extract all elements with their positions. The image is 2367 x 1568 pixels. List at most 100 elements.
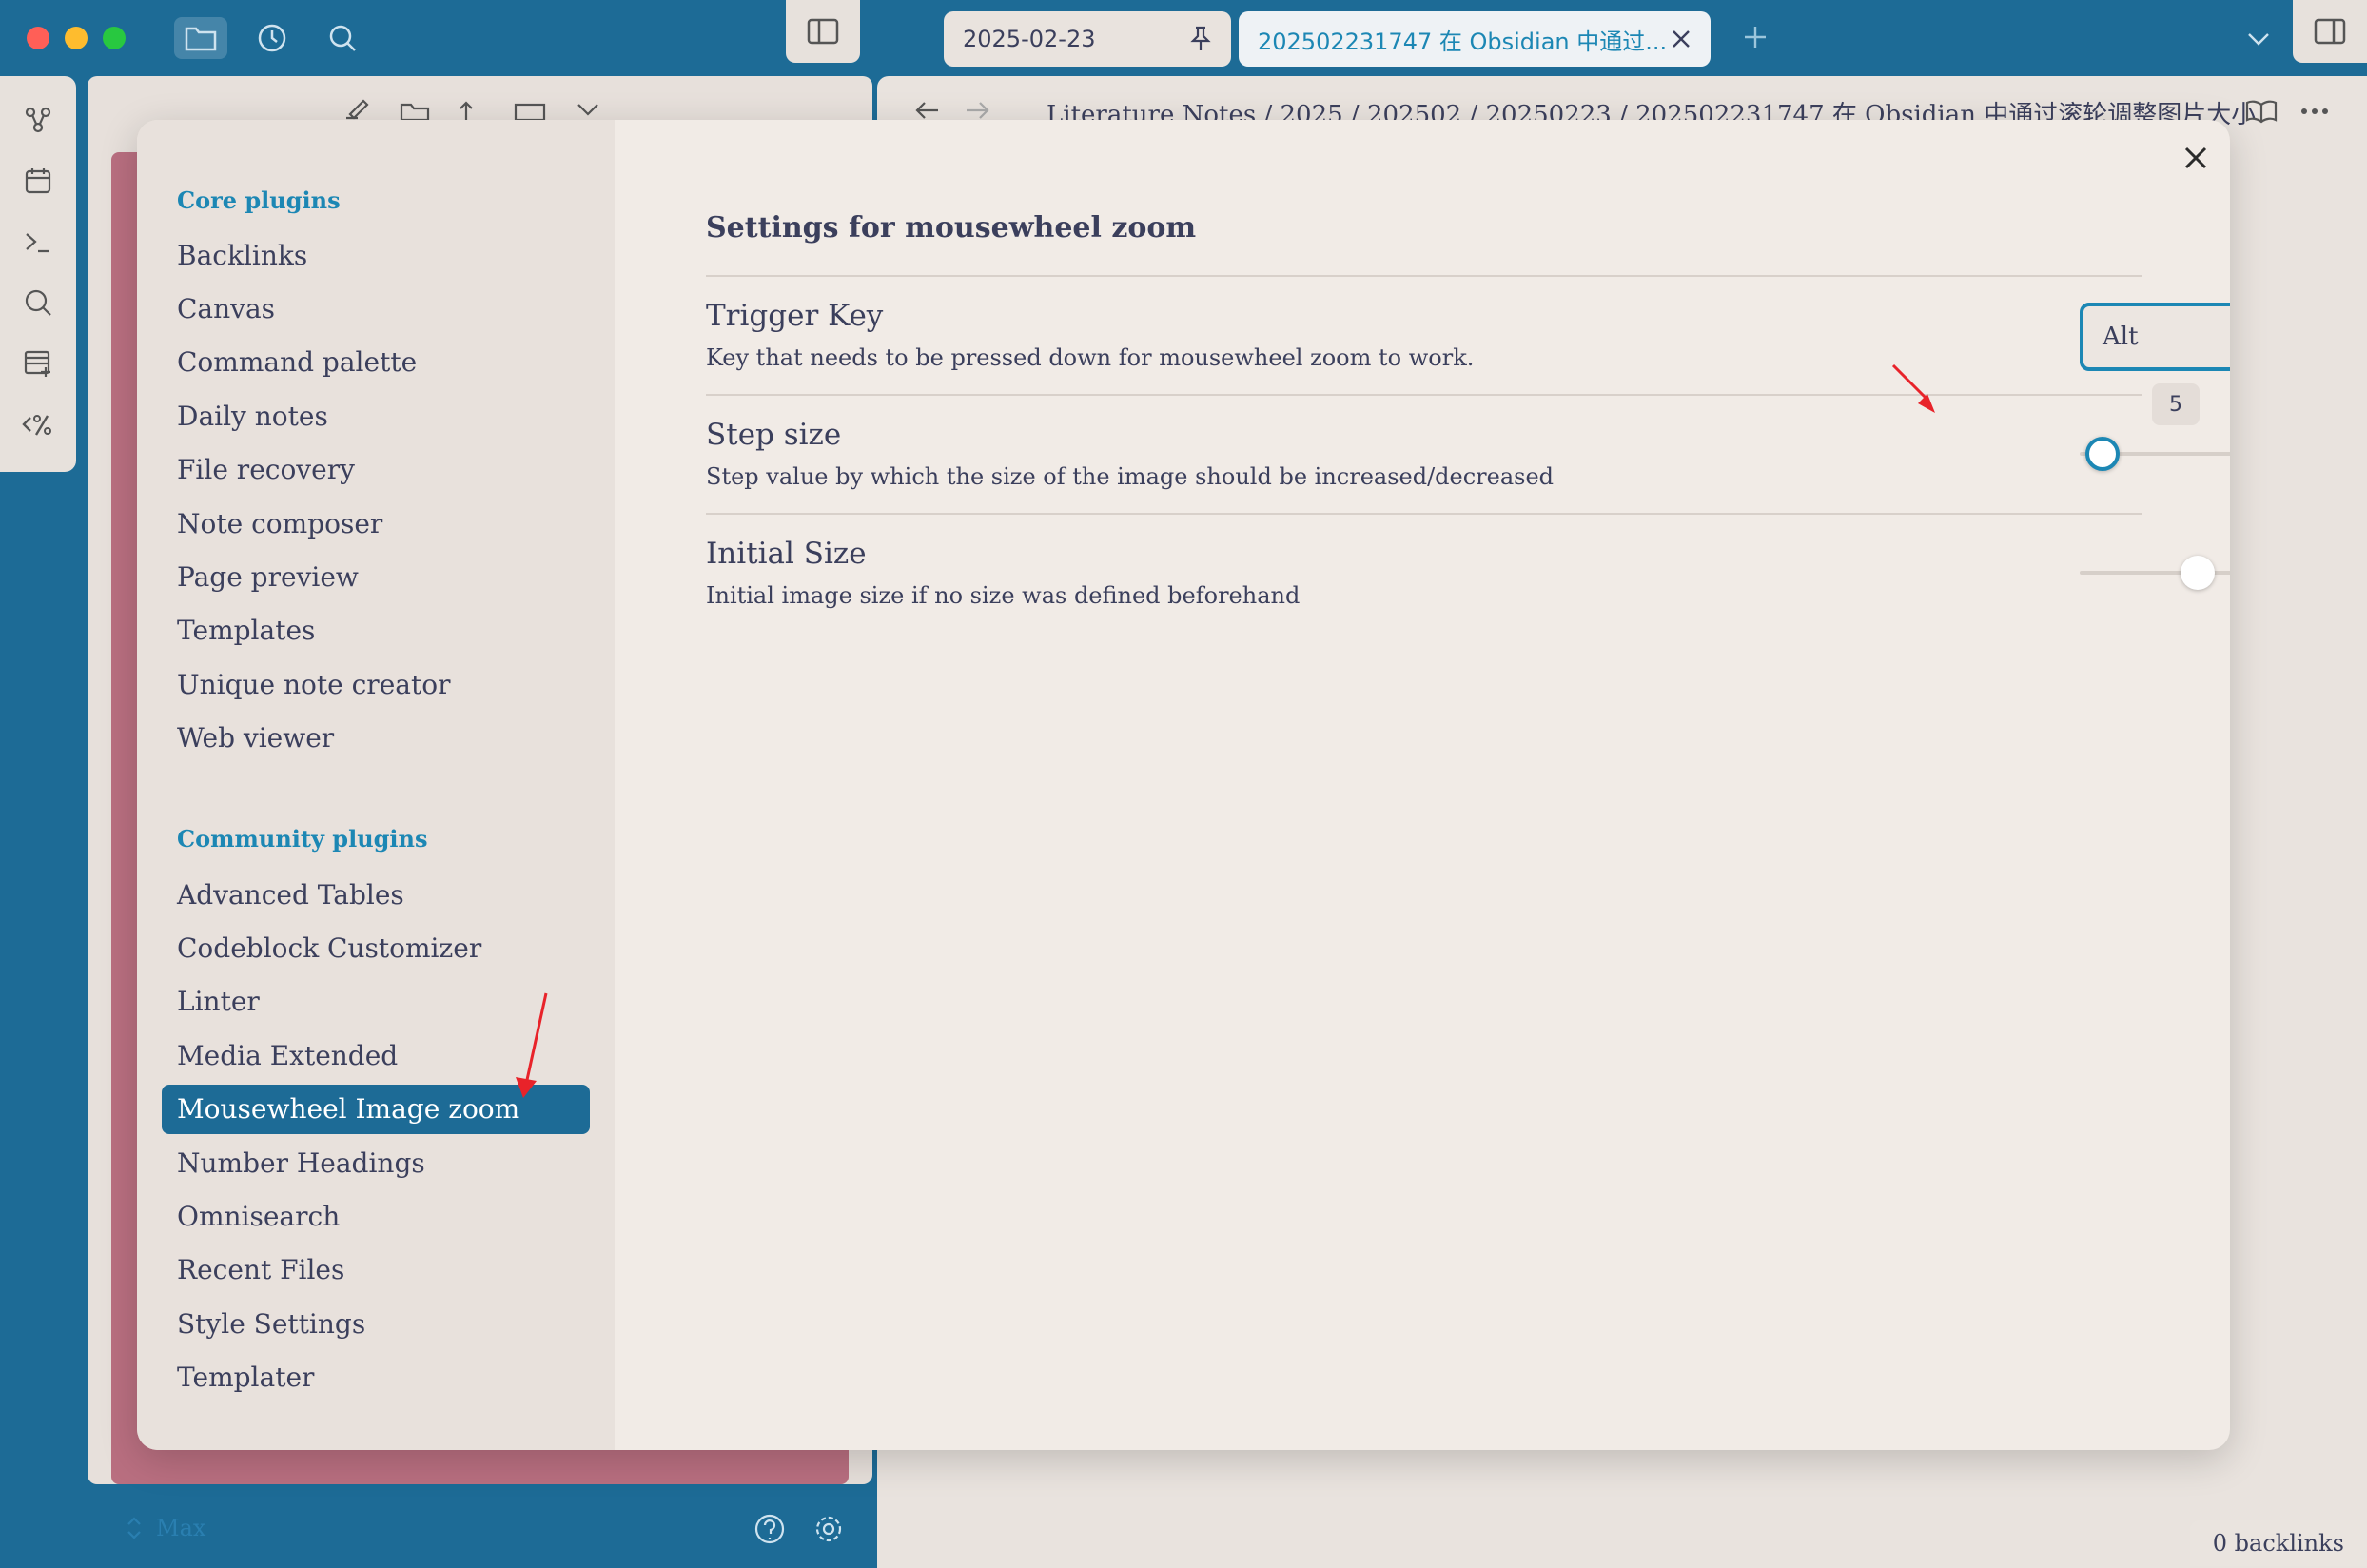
plugin-nav-label: Codeblock Customizer — [177, 931, 482, 964]
plugin-nav-item[interactable]: Note composer — [162, 499, 590, 548]
close-modal-button[interactable] — [2177, 139, 2215, 177]
left-footer: Max — [88, 1494, 872, 1568]
plugin-nav-label: Style Settings — [177, 1307, 366, 1340]
templater-icon[interactable] — [17, 403, 59, 445]
plugin-nav-label: Recent Files — [177, 1254, 345, 1286]
plugin-nav-item[interactable]: Omnisearch — [162, 1191, 590, 1241]
vault-switcher[interactable]: Max — [126, 1515, 205, 1541]
plugin-nav-label: Web viewer — [177, 722, 335, 755]
tab-daily-note[interactable]: 2025-02-23 — [944, 11, 1231, 67]
step-size-slider-thumb[interactable] — [2085, 437, 2120, 471]
close-icon — [2184, 147, 2207, 169]
plugin-nav-label: Command palette — [177, 346, 418, 379]
step-size-name: Step size — [706, 418, 842, 452]
trigger-key-name: Trigger Key — [706, 299, 884, 333]
tab-label: 2025-02-23 — [963, 26, 1096, 52]
settings-gear-icon[interactable] — [812, 1513, 845, 1545]
plugin-nav-item[interactable]: Command palette — [162, 338, 590, 387]
graph-view-icon[interactable] — [17, 99, 59, 141]
plugin-nav-item[interactable]: Recent Files — [162, 1245, 590, 1295]
initial-size-slider-thumb[interactable] — [2181, 556, 2215, 590]
close-tab-icon[interactable] — [1671, 29, 1692, 49]
backlinks-count[interactable]: 0 backlinks — [2189, 1520, 2367, 1566]
annotation-arrow-icon — [1891, 363, 1935, 413]
plugin-nav-item[interactable]: Number Headings — [162, 1138, 590, 1187]
vault-chevron-icon — [127, 1517, 141, 1539]
plugin-nav-label: Linter — [177, 986, 260, 1018]
tab-label: 202502231747 在 Obsidian 中通过... — [1258, 28, 1668, 55]
back-arrow-icon[interactable] — [913, 99, 942, 122]
chevron-down-icon[interactable] — [2245, 29, 2272, 48]
nav-arrows — [913, 99, 991, 122]
pin-icon[interactable] — [1189, 26, 1212, 52]
plugin-nav-item[interactable]: Web viewer — [162, 714, 590, 763]
plugin-nav-item[interactable]: Advanced Tables — [162, 870, 590, 919]
initial-size-name: Initial Size — [706, 537, 867, 571]
plugin-nav-label: Note composer — [177, 507, 383, 539]
settings-title: Settings for mousewheel zoom — [706, 211, 1197, 245]
plugin-nav-label: Daily notes — [177, 400, 328, 432]
search-icon[interactable] — [316, 17, 369, 59]
vault-name: Max — [156, 1515, 206, 1541]
plugin-nav-label: Page preview — [177, 560, 359, 593]
plugin-nav-label: Advanced Tables — [177, 878, 404, 911]
forward-arrow-icon[interactable] — [963, 99, 991, 122]
new-canvas-icon[interactable] — [17, 343, 59, 384]
calendar-icon[interactable] — [17, 160, 59, 202]
plugin-nav-item[interactable]: Canvas — [162, 284, 590, 333]
files-icon[interactable] — [174, 17, 227, 59]
plugin-nav-label: Backlinks — [177, 239, 308, 271]
new-note-icon[interactable] — [342, 99, 373, 120]
ribbon — [0, 76, 76, 472]
plugin-nav-label: Media Extended — [177, 1039, 399, 1071]
core-plugins-heading: Core plugins — [177, 186, 341, 214]
reading-view-icon[interactable] — [2245, 99, 2278, 124]
initial-size-desc: Initial image size if no size was define… — [706, 582, 1301, 609]
file-explorer-toolbar — [342, 99, 601, 120]
annotation-arrow-icon — [516, 992, 548, 1098]
trigger-key-dropdown[interactable]: Alt — [2080, 303, 2230, 371]
plugin-nav-label: Mousewheel Image zoom — [177, 1093, 520, 1126]
plugin-nav-label: Canvas — [177, 292, 276, 324]
divider — [706, 275, 2142, 277]
recent-clock-icon[interactable] — [245, 17, 299, 59]
plugin-nav-item[interactable]: Templater — [162, 1353, 590, 1402]
terminal-icon[interactable] — [17, 221, 59, 263]
collapse-all-icon[interactable] — [514, 99, 548, 120]
plugin-nav-item[interactable]: Page preview — [162, 552, 590, 601]
plugin-nav-item[interactable]: Templates — [162, 606, 590, 656]
divider — [706, 513, 2142, 515]
settings-modal: Core plugins Backlinks Canvas Command pale… — [137, 120, 2230, 1450]
search-icon[interactable] — [17, 282, 59, 323]
tab-active-note[interactable]: 202502231747 在 Obsidian 中通过... — [1239, 11, 1711, 67]
step-size-desc: Step value by which the size of the imag… — [706, 463, 1555, 490]
plugin-nav-label: Templates — [177, 615, 316, 647]
plugin-nav-label: Templater — [177, 1362, 315, 1394]
settings-sidebar: Core plugins Backlinks Canvas Command pale… — [137, 120, 615, 1450]
plugin-nav-label: Number Headings — [177, 1147, 425, 1179]
zoom-window-button[interactable] — [103, 27, 126, 49]
sidebar-toggle-icon[interactable] — [786, 0, 860, 63]
plugin-nav-item[interactable]: File recovery — [162, 445, 590, 495]
plugin-nav-label: Unique note creator — [177, 668, 451, 700]
right-sidebar-toggle-icon[interactable] — [2293, 0, 2367, 63]
more-options-icon[interactable] — [2300, 107, 2329, 116]
minimize-window-button[interactable] — [65, 27, 88, 49]
plugin-nav-item[interactable]: Backlinks — [162, 230, 590, 280]
new-tab-icon[interactable] — [1741, 23, 1770, 51]
new-folder-icon[interactable] — [400, 99, 430, 120]
trigger-key-value: Alt — [2103, 323, 2139, 351]
plugin-nav-item[interactable]: Style Settings — [162, 1299, 590, 1348]
plugin-nav-item[interactable]: Codeblock Customizer — [162, 923, 590, 972]
help-icon[interactable] — [753, 1513, 786, 1545]
sort-icon[interactable] — [457, 99, 487, 120]
trigger-key-desc: Key that needs to be pressed down for mo… — [706, 344, 1475, 371]
close-window-button[interactable] — [27, 27, 49, 49]
plugin-nav-item[interactable]: Unique note creator — [162, 659, 590, 709]
step-size-tooltip: 5 — [2152, 383, 2200, 425]
plugin-nav-label: Omnisearch — [177, 1200, 341, 1232]
community-plugins-heading: Community plugins — [177, 825, 428, 853]
more-chevron-icon[interactable] — [575, 99, 601, 120]
plugin-nav-item[interactable]: Daily notes — [162, 391, 590, 441]
plugin-nav-label: File recovery — [177, 454, 355, 486]
